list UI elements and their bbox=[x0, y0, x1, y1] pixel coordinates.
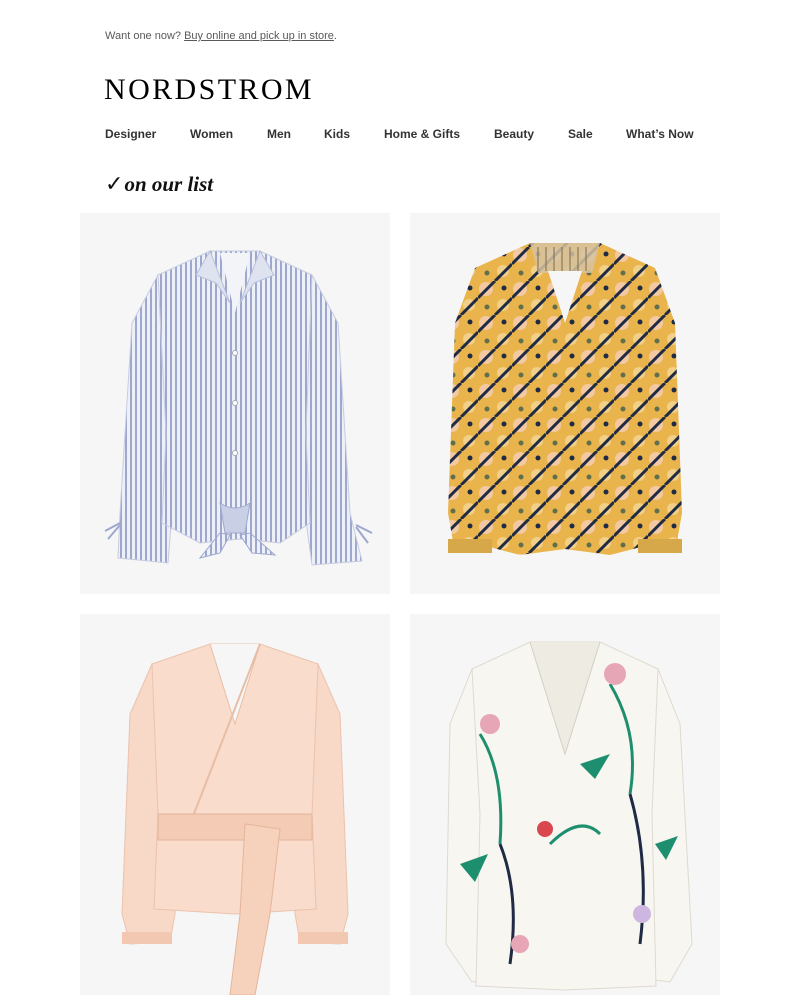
preheader: Want one now? Buy online and pick up in … bbox=[105, 30, 337, 42]
product-tile-floral-blouse[interactable] bbox=[410, 213, 720, 594]
nav-item-beauty[interactable]: Beauty bbox=[494, 127, 534, 141]
floral-blouse-image bbox=[448, 243, 682, 555]
product-tile-white-floral-blouse[interactable] bbox=[410, 614, 720, 995]
nav-item-sale[interactable]: Sale bbox=[568, 127, 593, 141]
product-tile-striped-blouse[interactable] bbox=[80, 213, 390, 594]
striped-blouse-image bbox=[104, 249, 373, 566]
nav-item-designer[interactable]: Designer bbox=[105, 127, 156, 141]
nav-item-women[interactable]: Women bbox=[190, 127, 233, 141]
nav-item-men[interactable]: Men bbox=[267, 127, 291, 141]
wrap-blouse-image bbox=[121, 643, 349, 995]
pickup-in-store-link[interactable]: Buy online and pick up in store bbox=[184, 30, 334, 42]
preheader-text: Want one now? bbox=[105, 30, 185, 42]
white-floral-blouse-image bbox=[445, 641, 693, 991]
product-tile-wrap-blouse[interactable] bbox=[80, 614, 390, 995]
checkmark-icon: ✓ bbox=[105, 171, 124, 196]
section-heading: ✓ on our list bbox=[105, 170, 213, 198]
nav-item-kids[interactable]: Kids bbox=[324, 127, 350, 141]
nav-item-whats-now[interactable]: What’s Now bbox=[626, 127, 694, 141]
nav-item-home-gifts[interactable]: Home & Gifts bbox=[384, 127, 460, 141]
nordstrom-logo[interactable]: NORDSTROM bbox=[104, 72, 314, 108]
section-title: on our list bbox=[124, 172, 214, 196]
preheader-suffix: . bbox=[333, 30, 337, 42]
